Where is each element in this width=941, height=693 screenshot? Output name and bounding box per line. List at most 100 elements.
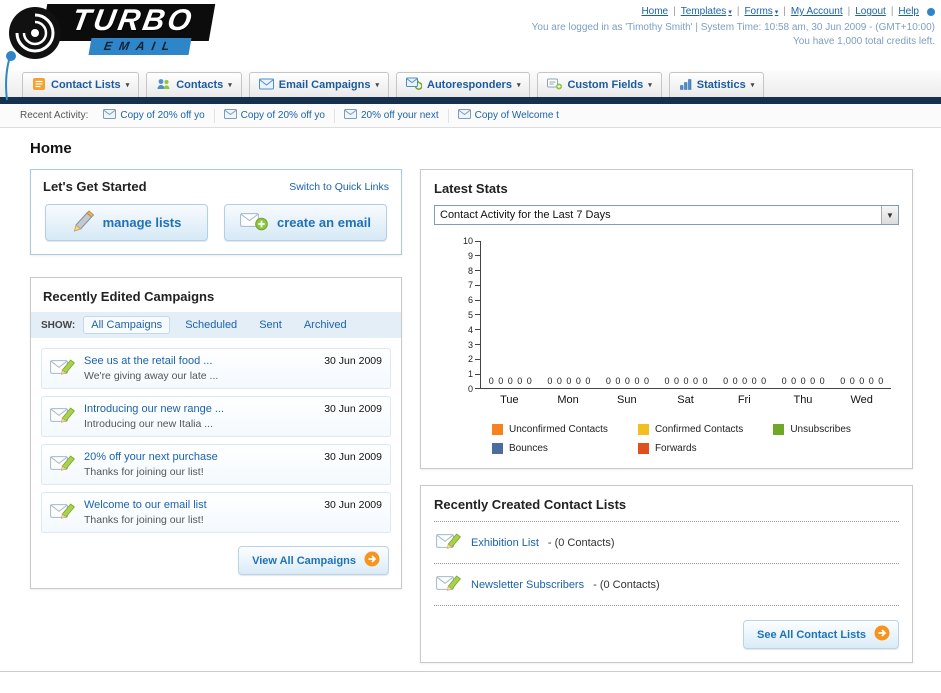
chevron-down-icon: ▾ [375,82,379,89]
contacts-icon [156,77,171,94]
help-indicator-icon [927,7,935,16]
campaign-edit-icon [50,405,76,430]
legend-item: Unsubscribes [773,424,851,435]
campaign-subtitle: Thanks for joining our list! [84,466,204,478]
nav-tab-contact-lists[interactable]: Contact Lists ▾ [22,72,140,97]
page-title: Home [30,140,72,157]
campaign-title-link[interactable]: See us at the retail food ... [84,355,316,367]
stats-period-select[interactable]: Contact Activity for the Last 7 Days ▼ [434,205,899,225]
logo-title: TURBO [69,4,197,37]
chart-x-tick-label: Wed [850,394,873,406]
latest-stats-title: Latest Stats [434,181,508,196]
login-info: You are logged in as 'Timothy Smith' | S… [531,22,935,33]
top-link-my-account[interactable]: My Account [791,6,843,17]
recent-activity-item[interactable]: Copy of 20% off yo [94,109,213,123]
nav-tab-statistics[interactable]: Statistics ▾ [668,72,765,97]
filter-tab-archived[interactable]: Archived [297,317,354,333]
separator: | [673,6,676,17]
nav-tab-contacts[interactable]: Contacts ▾ [146,72,242,97]
chevron-down-icon: ▾ [750,82,755,89]
custom-fields-icon [547,77,562,93]
chart-x-tick-label: Sun [617,394,637,406]
contact-list-count: - (0 Contacts) [547,536,615,549]
create-email-button[interactable]: create an email [224,204,387,241]
chart-x-tick-label: Fri [737,394,751,406]
campaign-text: Welcome to our email list Thanks for joi… [84,499,316,526]
nav-divider-bar [0,97,941,104]
recent-activity-label: Recent Activity: [20,110,89,121]
top-link-help[interactable]: Help [898,6,919,17]
top-link-logout[interactable]: Logout [855,6,886,17]
campaign-title-link[interactable]: Introducing our new range ... [84,403,316,415]
campaign-edit-icon [50,453,76,478]
recent-activity-item[interactable]: 20% off your next [333,108,448,123]
top-link-home[interactable]: Home [641,6,668,17]
chevron-down-icon: ▾ [125,82,130,89]
campaign-title-link[interactable]: Welcome to our email list [84,499,316,511]
campaign-list: See us at the retail food ... We're givi… [31,338,401,533]
campaign-list-item[interactable]: 20% off your next purchase Thanks for jo… [41,444,391,485]
campaign-list-item[interactable]: See us at the retail food ... We're givi… [41,348,391,389]
campaign-list-item[interactable]: Introducing our new range ... Introducin… [41,396,391,437]
autoresponders-icon [406,77,422,93]
contact-lists-title: Recently Created Contact Lists [434,497,899,522]
legend-item: Bounces [492,443,608,454]
recent-activity-text: 20% off your next [360,110,439,121]
campaign-edit-icon [50,357,76,382]
chevron-down-icon: ▾ [774,8,779,16]
credits-info: You have 1,000 total credits left. [793,36,935,47]
app-logo[interactable]: TURBO EMAIL [8,4,215,55]
filter-tab-sent[interactable]: Sent [252,317,289,333]
nav-tab-label: Autoresponders [427,79,512,91]
arrow-right-icon [874,625,890,644]
recent-activity-text: Copy of 20% off yo [120,110,205,121]
nav-tab-autoresponders[interactable]: Autoresponders ▾ [396,72,531,97]
chart-legend: Unconfirmed Contacts Confirmed Contacts Un… [492,424,851,454]
view-all-campaigns-button[interactable]: View All Campaigns [238,546,389,575]
campaign-subtitle: Introducing our new Italia ... [84,418,213,430]
campaign-date: 30 Jun 2009 [324,451,382,463]
campaign-text: Introducing our new range ... Introducin… [84,403,316,430]
chart-bar-group: 0 0 0 0 0 [664,376,708,386]
nav-tab-label: Statistics [696,79,746,91]
nav-tab-custom-fields[interactable]: Custom Fields ▾ [537,72,662,97]
get-started-panel: Let's Get Started Switch to Quick Links … [30,169,402,255]
campaign-date: 30 Jun 2009 [324,355,382,367]
campaign-title-link[interactable]: 20% off your next purchase [84,451,316,463]
filter-tab-scheduled[interactable]: Scheduled [178,317,244,333]
legend-item: Unconfirmed Contacts [492,424,608,435]
switch-quick-links[interactable]: Switch to Quick Links [289,181,389,193]
chart-bar-group: 0 0 0 0 0 [840,376,884,386]
statistics-icon [679,77,692,93]
chevron-down-icon: ▾ [648,82,652,89]
top-link-templates[interactable]: Templates ▾ [681,6,732,17]
separator: | [736,6,740,17]
recent-activity-item[interactable]: Copy of 20% off yo [213,108,334,123]
legend-item: Confirmed Contacts [637,424,743,435]
contact-list-link[interactable]: Newsletter Subscribers [471,579,584,591]
nav-tab-email-campaigns[interactable]: Email Campaigns ▾ [248,72,389,97]
top-nav: Home | Templates ▾ | Forms ▾ | My Accoun… [532,6,935,17]
recent-activity-text: Copy of 20% off yo [240,110,325,121]
campaign-list-item[interactable]: Welcome to our email list Thanks for joi… [41,492,391,533]
campaign-date: 30 Jun 2009 [324,499,382,511]
top-link-forms-label: Forms [744,6,773,17]
contact-lists-icon [32,77,46,94]
envelope-plus-icon [240,211,268,234]
manage-lists-button[interactable]: manage lists [45,204,208,241]
app-header: TURBO EMAIL Home | Templates ▾ | Forms ▾ [0,0,941,70]
campaign-text: 20% off your next purchase Thanks for jo… [84,451,316,478]
separator: | [783,6,786,17]
chevron-down-icon: ▾ [516,82,521,89]
recent-activity-item[interactable]: Copy of Welcome t [447,108,568,123]
see-all-contact-lists-label: See All Contact Lists [756,628,866,641]
latest-stats-panel: Latest Stats Contact Activity for the La… [420,169,913,469]
envelope-icon [458,109,471,122]
contact-list-link[interactable]: Exhibition List [471,537,539,549]
chart-bar-group: 0 0 0 0 0 [605,376,649,386]
chevron-down-icon: ▾ [228,82,232,89]
see-all-contact-lists-button[interactable]: See All Contact Lists [742,620,899,649]
top-link-forms[interactable]: Forms ▾ [744,6,778,17]
filter-tab-all-campaigns[interactable]: All Campaigns [83,316,171,334]
campaign-subtitle: We're giving away our late ... [84,370,219,382]
